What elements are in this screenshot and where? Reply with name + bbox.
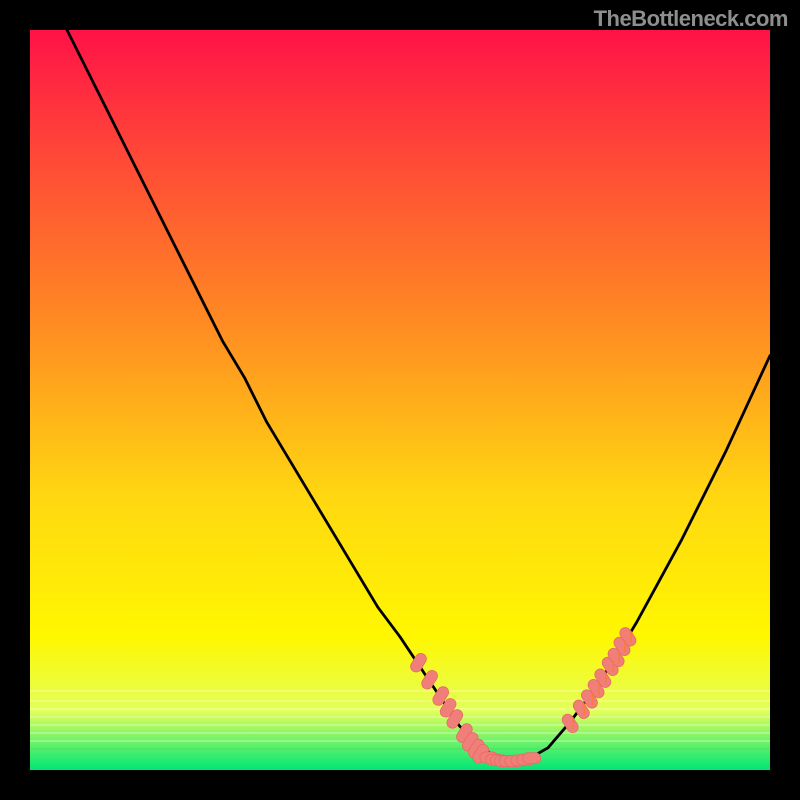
plot-area [30,30,770,770]
curve-marker [523,753,541,764]
curve-layer [30,30,770,770]
curve-path [67,30,770,761]
marker-group [409,625,639,766]
watermark-text: TheBottleneck.com [594,6,788,32]
chart-stage: TheBottleneck.com [0,0,800,800]
